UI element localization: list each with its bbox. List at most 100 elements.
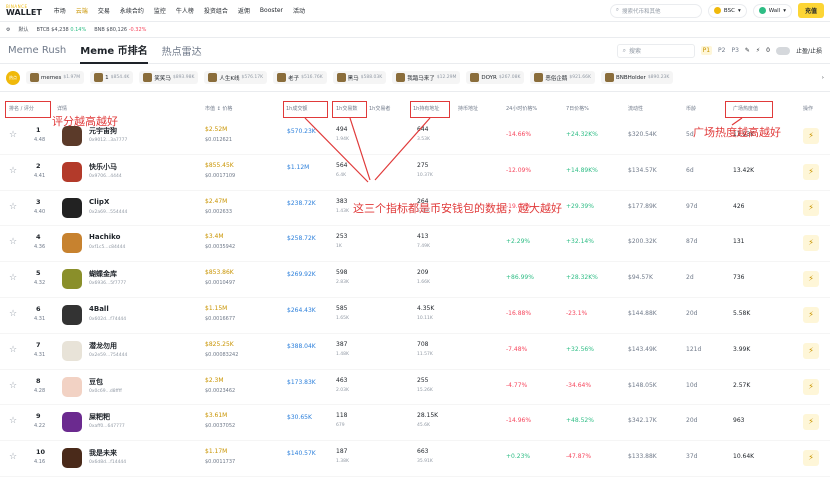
col-traders[interactable]: 1h交易者 — [369, 105, 390, 112]
favorite-star-icon[interactable]: ☆ — [9, 345, 17, 355]
favorite-star-icon[interactable]: ☆ — [9, 130, 17, 140]
table-row[interactable]: ☆ 4 4.36 Hachiko 0xf1c5...c84444 $3.4M $0.0035… — [0, 226, 830, 263]
quick-buy-amount[interactable]: 0 — [766, 47, 770, 54]
col-holder-addr[interactable]: 持币地址 — [458, 105, 478, 112]
nav-portfolio[interactable]: 投资组合 — [204, 6, 228, 15]
table-row[interactable]: ☆ 6 4.31 4Ball 0x602d...f74444 $1.15M $0.00166… — [0, 298, 830, 334]
tab-hot-radar[interactable]: 热点雷达 — [162, 38, 202, 64]
change-24h: -4.77% — [506, 381, 528, 389]
quick-buy-button[interactable]: ⚡ — [803, 235, 819, 252]
hot-item[interactable]: BNBHolder $890.23K — [600, 71, 674, 84]
edit-icon[interactable]: ✎ — [745, 47, 750, 54]
token-avatar — [62, 376, 82, 397]
hot-item[interactable]: 笑笑马 $893.98K — [139, 71, 199, 84]
holders-sub: 1.66K — [417, 280, 430, 286]
market-cap: $2.47M — [205, 197, 228, 205]
holders-sub: 35.91K — [417, 459, 433, 465]
hot-value: $854.4K — [110, 75, 130, 80]
hot-item[interactable]: 人生K线 $576.17K — [204, 71, 268, 84]
hot-value: $516.76K — [301, 75, 323, 80]
chain-selector[interactable]: BSC ▾ — [707, 3, 747, 18]
quick-buy-button[interactable]: ⚡ — [803, 342, 819, 359]
nav-perpetual[interactable]: 永续合约 — [120, 6, 144, 15]
token-price: $0.0010497 — [205, 280, 236, 287]
quick-buy-button[interactable]: ⚡ — [803, 307, 819, 323]
ticker-bnb[interactable]: BNB $80,126 -0.32% — [94, 27, 146, 33]
stop-loss-toggle[interactable] — [775, 46, 790, 55]
table-search-input[interactable]: ⌕ 搜索 — [616, 43, 695, 58]
chevron-right-icon[interactable]: › — [822, 75, 824, 81]
token-address: 0x2a69...554444 — [89, 209, 128, 215]
nav-trade[interactable]: 交易 — [98, 6, 110, 15]
table-row[interactable]: ☆ 2 4.41 快乐小马 0x9706...4444 $855.45K $0.001710… — [0, 155, 830, 191]
tab-meme-rush[interactable]: Meme Rush — [8, 38, 66, 64]
hot-item[interactable]: 黑马 $588.03K — [332, 71, 387, 84]
quick-buy-button[interactable]: ⚡ — [803, 378, 819, 395]
col-liquidity[interactable]: 流动性 — [628, 105, 643, 112]
table-row[interactable]: ☆ 7 4.31 潜龙勿用 0x2e59...754444 $825.25K $0.0008… — [0, 334, 830, 370]
global-search-input[interactable]: ⌕ 搜索代币和其他 — [609, 3, 702, 18]
nav-leaderboard[interactable]: 牛人榜 — [176, 6, 194, 15]
table-row[interactable]: ☆ 8 4.28 豆包 0x0c69...d8ffff $2.3M $0.0023462 $1… — [0, 370, 830, 406]
hot-value: $893.98K — [172, 75, 195, 80]
charge-button[interactable]: 充值 — [797, 3, 824, 18]
preset-p2[interactable]: P2 — [718, 47, 725, 54]
preset-p1[interactable]: P1 — [700, 46, 713, 55]
col-change-7d[interactable]: 7日价格% — [566, 105, 589, 112]
ticker-default[interactable]: 默认 — [18, 26, 28, 33]
favorite-star-icon[interactable]: ☆ — [9, 416, 17, 426]
col-change-24h[interactable]: 24小时价格% — [506, 105, 537, 112]
favorite-star-icon[interactable]: ☆ — [9, 237, 17, 247]
token-age: 37d — [686, 453, 698, 461]
table-row[interactable]: ☆ 9 4.22 屎粑粑 0xaff0...647777 $3.61M $0.0037052… — [0, 405, 830, 442]
col-age[interactable]: 币龄 — [686, 105, 696, 112]
change-24h: -7.48% — [506, 345, 528, 353]
tab-meme-ranking[interactable]: Meme 币排名 — [80, 38, 148, 64]
highlight-volume — [283, 101, 328, 118]
quick-buy-button[interactable]: ⚡ — [803, 128, 819, 144]
nav-market[interactable]: 市场 — [54, 6, 66, 15]
token-name: 4Ball — [89, 305, 109, 313]
wallet-selector[interactable]: Wall ▾ — [752, 3, 792, 18]
preset-p3[interactable]: P3 — [731, 47, 738, 54]
hot-value: $1.97M — [63, 75, 81, 80]
favorite-star-icon[interactable]: ☆ — [9, 273, 17, 283]
change-7d: +32.14% — [566, 238, 594, 246]
quick-buy-button[interactable]: ⚡ — [803, 271, 819, 288]
favorite-star-icon[interactable]: ☆ — [9, 202, 17, 212]
market-cap: $2.3M — [205, 376, 224, 384]
hot-item[interactable]: 恶俗企鹅 $921.66K — [530, 71, 595, 84]
quick-buy-button[interactable]: ⚡ — [803, 163, 819, 180]
quick-buy-button[interactable]: ⚡ — [803, 450, 819, 467]
nav-cloud[interactable]: 云端 — [76, 6, 88, 15]
gear-icon[interactable]: ⚙ — [6, 27, 10, 33]
table-row[interactable]: ☆ 5 4.32 蝴蝶金库 0x6936...5f7777 $853.86K $0.0010… — [0, 262, 830, 298]
hot-item[interactable]: 老子 $516.76K — [273, 71, 327, 84]
favorite-star-icon[interactable]: ☆ — [9, 166, 17, 176]
nav-monitor[interactable]: 监控 — [154, 6, 166, 15]
token-price: $0.0017109 — [205, 172, 236, 179]
binance-wallet-logo[interactable]: BINANCE WALLET — [6, 4, 42, 17]
rank-number: 9 — [36, 412, 41, 421]
change-7d: -34.64% — [566, 381, 592, 389]
ticker-btcb[interactable]: BTCB $4,238 0.14% — [37, 27, 87, 33]
hot-item[interactable]: DOYR $267.08K — [466, 71, 525, 84]
hot-item[interactable]: memes $1.97M — [26, 71, 85, 84]
favorite-star-icon[interactable]: ☆ — [9, 452, 17, 462]
col-mcap[interactable]: 市值 ↕ 价格 — [205, 105, 232, 112]
liquidity: $200.32K — [628, 238, 657, 246]
quick-buy-button[interactable]: ⚡ — [803, 199, 819, 216]
nav-rebate[interactable]: 返佣 — [238, 6, 250, 15]
hot-item[interactable]: 我踏马来了 $12.29M — [392, 71, 461, 84]
favorite-star-icon[interactable]: ☆ — [9, 381, 17, 391]
hot-item[interactable]: 1 $854.4K — [90, 71, 134, 84]
quick-buy-button[interactable]: ⚡ — [803, 414, 819, 431]
txn-sub: 1.94K — [336, 137, 349, 142]
nav-activity[interactable]: 活动 — [293, 6, 305, 15]
nav-booster[interactable]: Booster — [260, 7, 283, 14]
favorite-star-icon[interactable]: ☆ — [9, 309, 17, 319]
table-row[interactable]: ☆ 10 4.16 我是未来 0x6d8d...f14444 $1.17M $0.00117… — [0, 441, 830, 477]
txn-count: 494 — [336, 126, 348, 133]
ticker-price: $4,238 — [51, 26, 69, 33]
holders-count: 255 — [417, 376, 429, 384]
